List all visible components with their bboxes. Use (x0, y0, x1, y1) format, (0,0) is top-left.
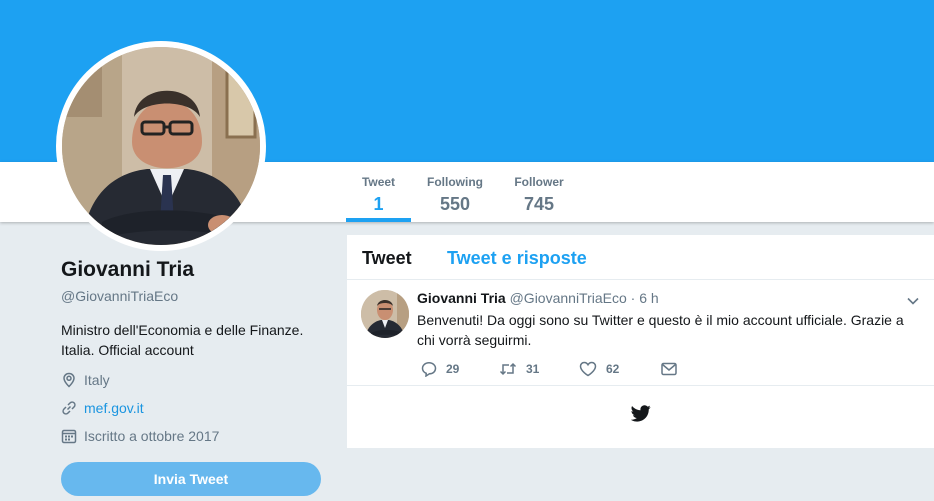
reply-count: 29 (446, 362, 460, 376)
heart-icon (579, 361, 597, 377)
nav-followers[interactable]: Follower 745 (510, 174, 568, 222)
profile-handle[interactable]: @GiovanniTriaEco (61, 288, 178, 304)
chevron-down-icon (907, 297, 919, 305)
nav-followers-count: 745 (523, 194, 555, 214)
tweet-actions: 29 31 62 (421, 361, 686, 377)
tweet-author-handle[interactable]: @GiovanniTriaEco (510, 290, 627, 306)
timeline: Tweet Tweet e risposte Giovanni Tria @Gi… (347, 235, 934, 448)
avatar-image (62, 47, 260, 245)
envelope-icon (661, 362, 677, 376)
profile-name[interactable]: Giovanni Tria (61, 258, 194, 282)
twitter-bird-icon (630, 405, 651, 422)
retweet-icon (499, 362, 517, 376)
nav-following-label: Following (427, 175, 483, 189)
reply-icon (421, 362, 437, 377)
tab-tweets-and-replies[interactable]: Tweet e risposte (447, 248, 587, 269)
reply-button[interactable]: 29 (421, 361, 499, 377)
link-icon (62, 401, 76, 415)
retweet-count: 31 (526, 362, 540, 376)
nav-following[interactable]: Following 550 (424, 174, 486, 222)
retweet-button[interactable]: 31 (499, 361, 579, 377)
like-button[interactable]: 62 (579, 361, 661, 377)
tweet-separator: · (630, 290, 636, 306)
avatar-photo (62, 47, 260, 245)
location-pin-icon (63, 372, 75, 388)
profile-location-text: Italy (84, 372, 110, 388)
profile-website: mef.gov.it (61, 400, 144, 416)
calendar-icon (61, 429, 77, 444)
tweet-menu-button[interactable] (906, 293, 920, 311)
like-count: 62 (606, 362, 620, 376)
nav-tweets-count: 1 (373, 194, 384, 214)
profile-joined-text: Iscritto a ottobre 2017 (84, 428, 220, 444)
tweet-timestamp[interactable]: 6 h (639, 290, 658, 306)
nav-tweets[interactable]: Tweet 1 (346, 174, 411, 222)
nav-active-indicator (346, 218, 411, 222)
nav-tweets-label: Tweet (361, 175, 396, 189)
profile-website-link[interactable]: mef.gov.it (84, 400, 144, 416)
direct-message-button[interactable] (661, 362, 686, 376)
tweet-text: Benvenuti! Da oggi sono su Twitter e que… (417, 312, 904, 348)
profile-joined: Iscritto a ottobre 2017 (61, 428, 219, 444)
nav-followers-label: Follower (514, 175, 564, 189)
nav-following-count: 550 (439, 194, 471, 214)
tab-tweets[interactable]: Tweet (362, 248, 412, 269)
profile-location: Italy (61, 372, 110, 388)
timeline-tabs: Tweet Tweet e risposte (347, 235, 934, 280)
tweet-header: Giovanni Tria @GiovanniTriaEco · 6 h (417, 290, 659, 306)
profile-avatar[interactable] (56, 41, 266, 251)
tweet-author-name[interactable]: Giovanni Tria (417, 290, 506, 306)
tweet-item[interactable]: Giovanni Tria @GiovanniTriaEco · 6 h Ben… (347, 280, 934, 386)
send-tweet-button[interactable]: Invia Tweet (61, 462, 321, 496)
tweet-avatar[interactable] (361, 290, 409, 338)
tweet-avatar-image (361, 290, 409, 338)
profile-bio: Ministro dell'Economia e delle Finanze. … (61, 322, 304, 358)
timeline-end (630, 405, 651, 427)
